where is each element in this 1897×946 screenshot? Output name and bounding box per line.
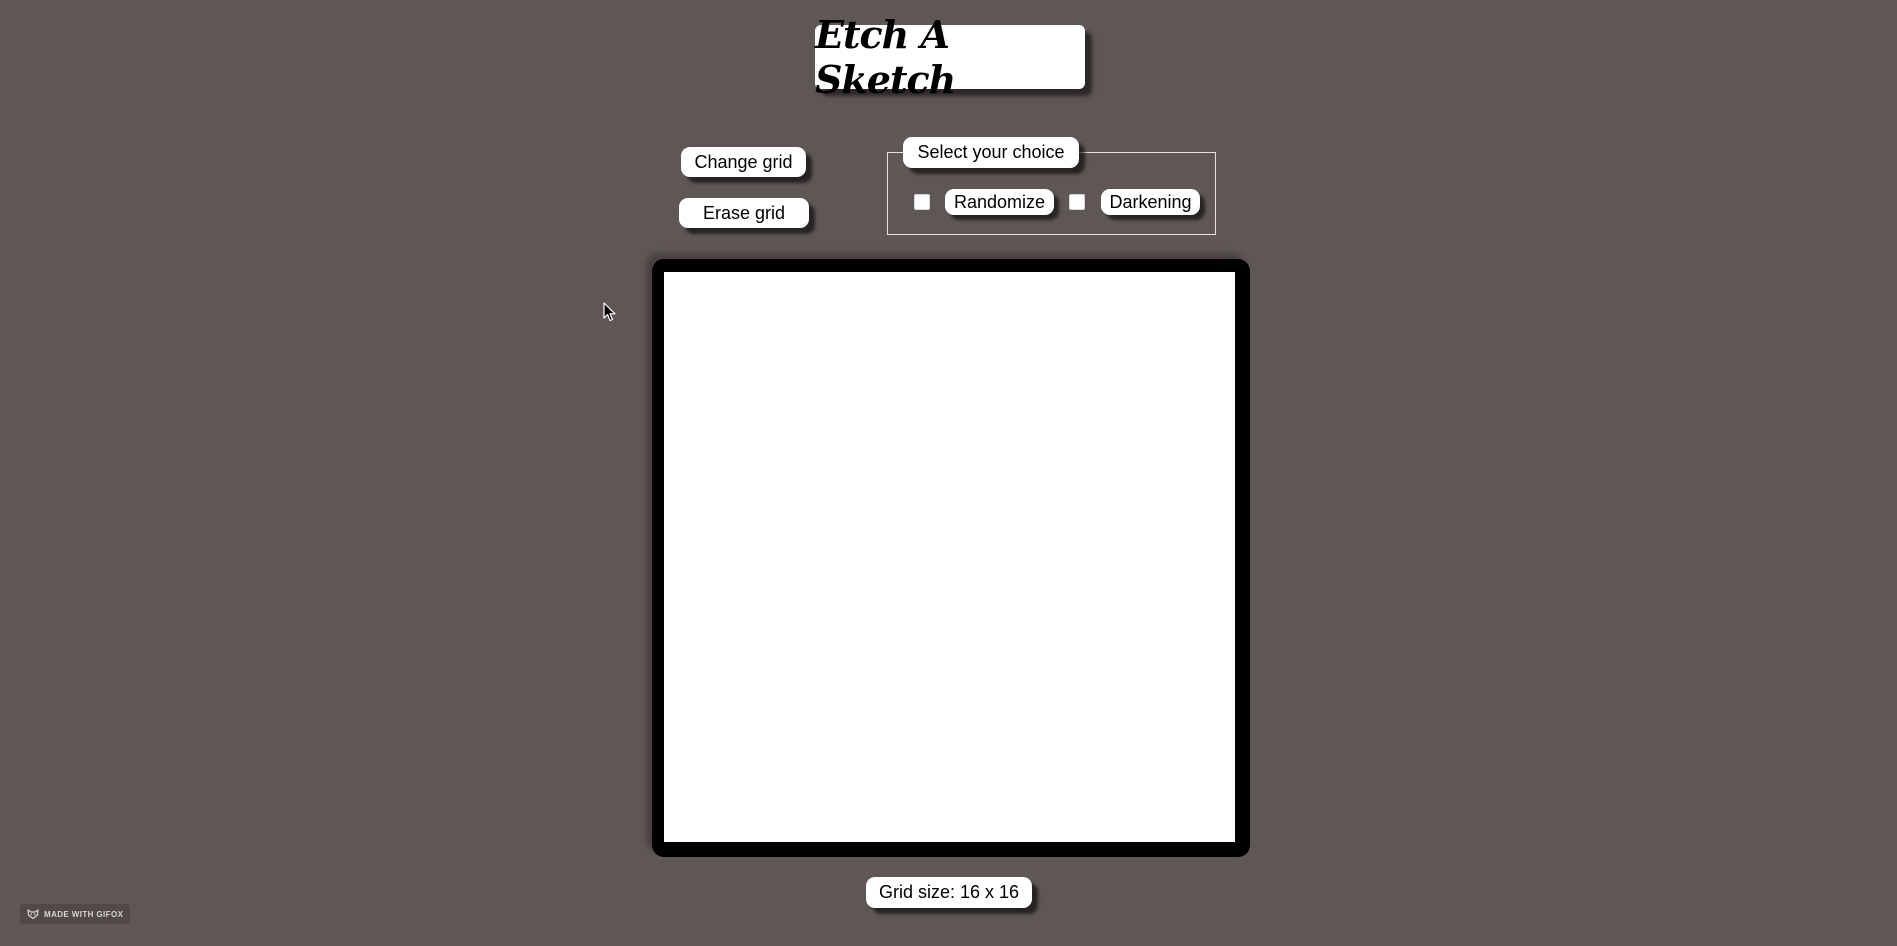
gifox-badge-text: MADE WITH GIFOX — [44, 909, 124, 919]
randomize-label[interactable]: Randomize — [945, 189, 1054, 215]
change-grid-button[interactable]: Change grid — [681, 147, 806, 177]
darkening-label[interactable]: Darkening — [1101, 189, 1200, 215]
darkening-checkbox[interactable] — [1069, 194, 1085, 210]
page-title: Etch A Sketch — [815, 12, 956, 102]
gifox-watermark: MADE WITH GIFOX — [20, 904, 131, 924]
grid-size-indicator: Grid size: 16 x 16 — [866, 877, 1032, 908]
randomize-checkbox[interactable] — [914, 194, 930, 210]
app-root: Etch A Sketch Change grid Erase grid Sel… — [0, 0, 1897, 946]
fox-icon — [27, 909, 39, 920]
mouse-pointer-icon — [603, 302, 616, 322]
erase-grid-button[interactable]: Erase grid — [679, 198, 809, 228]
title-card: Etch A Sketch — [815, 12, 1085, 102]
sketch-grid[interactable] — [664, 272, 1235, 842]
choice-legend: Select your choice — [903, 137, 1079, 168]
